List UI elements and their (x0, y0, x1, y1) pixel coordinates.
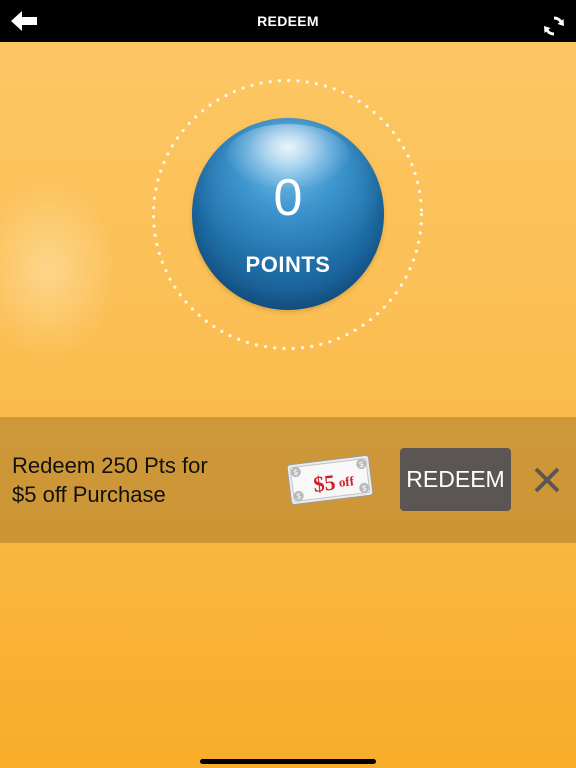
points-value: 0 (273, 169, 303, 227)
coupon-image: $ $ $ $ $5 off (286, 454, 374, 506)
page-title: REDEEM (257, 13, 319, 29)
top-bar: REDEEM (0, 0, 576, 42)
coupon-amount: $5 (312, 469, 337, 496)
points-orb: 0 POINTS (192, 118, 384, 310)
close-icon (534, 467, 560, 493)
dismiss-offer-button[interactable] (532, 465, 562, 495)
background-glow (0, 180, 120, 360)
redeem-button[interactable]: REDEEM (400, 448, 511, 511)
coupon-suffix: off (338, 473, 356, 490)
refresh-button[interactable] (542, 14, 566, 38)
offer-line-2: $5 off Purchase (12, 482, 166, 507)
offer-description: Redeem 250 Pts for $5 off Purchase (12, 451, 272, 509)
home-indicator[interactable] (200, 759, 376, 764)
points-label: POINTS (245, 252, 331, 277)
redeem-offer-row: Redeem 250 Pts for $5 off Purchase $ $ $… (0, 417, 576, 543)
offer-line-1: Redeem 250 Pts for (12, 453, 208, 478)
refresh-icon (544, 16, 564, 36)
